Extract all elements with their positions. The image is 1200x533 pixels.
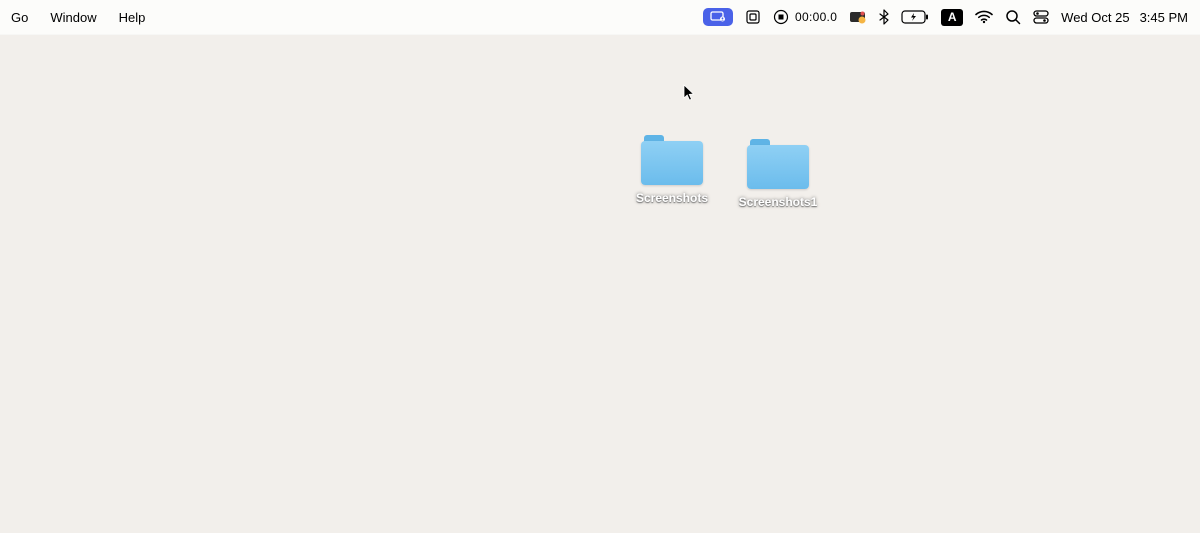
time-text: 3:45 PM [1140,10,1188,25]
folder-screenshots[interactable]: Screenshots [627,135,717,205]
input-source-icon[interactable]: A [941,7,963,27]
datetime[interactable]: Wed Oct 25 3:45 PM [1061,10,1188,25]
wifi-icon[interactable] [975,7,993,27]
menubar-left: Go Window Help [0,6,156,29]
folder-icon [747,139,809,189]
screen-record-timer[interactable]: 00:00.0 [773,9,837,25]
bluetooth-icon[interactable] [879,7,889,27]
folder-icon [641,135,703,185]
app-tray-icon[interactable] [849,7,867,27]
menu-window[interactable]: Window [39,6,107,29]
menu-go[interactable]: Go [0,6,39,29]
spotlight-search-icon[interactable] [1005,7,1021,27]
battery-icon[interactable] [901,7,929,27]
control-center-icon[interactable] [1033,7,1049,27]
desktop[interactable]: Screenshots Screenshots1 [0,35,1200,533]
record-stop-icon [773,9,789,25]
timer-text: 00:00.0 [795,10,837,24]
date-text: Wed Oct 25 [1061,10,1129,25]
folder-label: Screenshots1 [739,195,818,209]
menu-help[interactable]: Help [108,6,157,29]
stage-manager-icon[interactable] [745,7,761,27]
folder-screenshots1[interactable]: Screenshots1 [733,139,823,209]
menubar-right: 00:00.0 A [703,7,1188,27]
menubar: Go Window Help [0,0,1200,35]
folder-label: Screenshots [636,191,708,205]
screen-mirroring-icon[interactable] [703,7,733,27]
cursor-pointer-icon [683,84,697,102]
